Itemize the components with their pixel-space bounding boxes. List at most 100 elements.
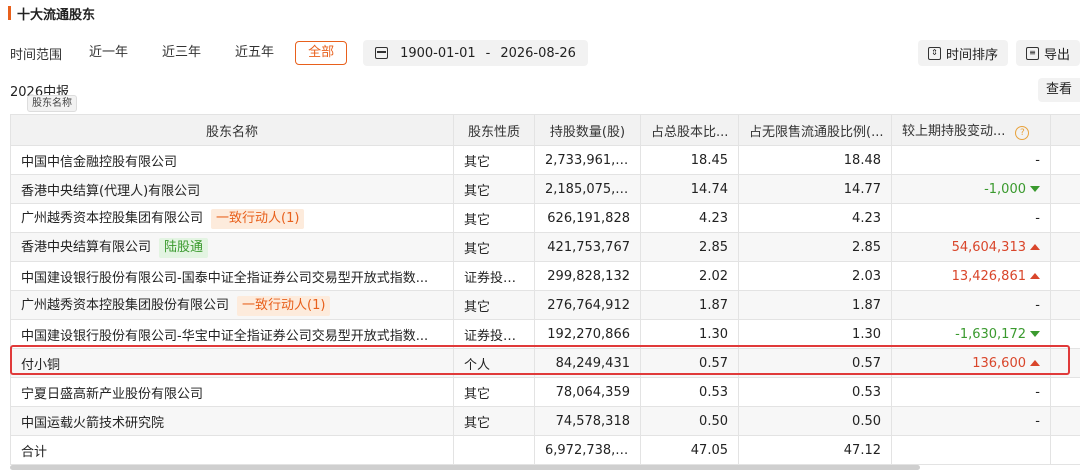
cell-shares: 78,064,359 [534,377,641,407]
cell-shareholder-type: 个人 [453,348,535,378]
col-header-shares[interactable]: 持股数量(股) [534,114,641,146]
cell-pct-total: 1.87 [640,290,739,320]
col-header-change-label: 较上期持股变动... [902,124,1006,139]
col-header-name[interactable]: 股东名称 [10,114,454,146]
cell-overflow [1050,232,1080,262]
cell-overflow [1050,174,1080,204]
table-row[interactable]: 广州越秀资本控股集团有限公司 一致行动人(1) 其它 626,191,828 4.23 4… [10,203,1080,233]
table-row[interactable]: 付小铜 个人 84,249,431 0.57 0.57 136,600 [10,348,1080,378]
cell-change: -1,630,172 [891,319,1051,349]
date-range-picker[interactable]: 1900-01-01 - 2026-08-26 [363,40,588,66]
help-icon[interactable]: ? [1015,126,1030,140]
title-accent-bar [8,6,11,20]
col-header-type[interactable]: 股东性质 [453,114,535,146]
cell-shares: 74,578,318 [534,406,641,436]
export-button[interactable]: ≡ 导出 [1015,40,1080,66]
shareholder-name[interactable]: 广州越秀资本控股集团股份有限公司 [21,298,229,313]
change-value: -1,630,172 [955,326,1026,342]
range-3y-button[interactable]: 近三年 [149,41,214,65]
cell-pct-float: 18.48 [738,145,892,175]
table-row[interactable]: 宁夏日盛高新产业股份有限公司 其它 78,064,359 0.53 0.53- [10,377,1080,407]
date-end: 2026-08-26 [500,45,576,61]
cell-pct-float: 2.85 [738,232,892,262]
cell-change: - [891,145,1051,175]
column-tooltip: 股东名称 [27,95,77,112]
change-value: 136,600 [972,355,1026,371]
cell-shares: 299,828,132 [534,261,641,291]
cell-pct-float: 0.57 [738,348,892,378]
down-arrow-icon [1030,185,1040,192]
cell-shareholder-name: 香港中央结算有限公司 陆股通 [10,232,454,262]
table-row[interactable]: 中国中信金融控股有限公司 其它 2,733,961,712 18.45 18.48 - [10,145,1080,175]
time-range-label: 时间范围 [10,47,63,63]
export-label: 导出 [1043,47,1070,63]
shareholder-name[interactable]: 香港中央结算有限公司 [21,240,151,255]
cell-pct-total: 0.57 [640,348,739,378]
range-1y-button[interactable]: 近一年 [76,41,141,65]
cell-change: - [891,406,1051,436]
range-5y-button[interactable]: 近五年 [222,41,287,65]
change-value: - [1035,413,1040,429]
cell-shares: 84,249,431 [534,348,641,378]
time-range-filter: 时间范围 近一年 近三年 近五年 全部 1900-01-01 - 2026-08… [10,40,588,66]
col-header-change[interactable]: 较上期持股变动...? [891,114,1051,146]
col-header-pct-float[interactable]: 占无限售流通股比例(... [738,114,892,146]
cell-shareholder-type: 其它 [453,290,535,320]
cell-pct-total: 14.74 [640,174,739,204]
cell-overflow [1050,290,1080,320]
table-row[interactable]: 香港中央结算有限公司 陆股通 其它 421,753,767 2.85 2.85 54,604… [10,232,1080,262]
col-header-pct-total[interactable]: 占总股本比... [640,114,739,146]
shareholder-name[interactable]: 中国中信金融控股有限公司 [21,155,177,170]
cell-shareholder-name: 中国中信金融控股有限公司 [10,145,454,175]
shareholder-name[interactable]: 宁夏日盛高新产业股份有限公司 [21,387,203,402]
cell-overflow [1050,406,1080,436]
cell-shares: 2,733,961,712 [534,145,641,175]
cell-pct-total: 1.30 [640,319,739,349]
shareholder-name[interactable]: 香港中央结算(代理人)有限公司 [21,184,200,199]
cell-pct-float: 1.87 [738,290,892,320]
cell-shareholder-name: 中国建设银行股份有限公司-国泰中证全指证券公司交易型开放式指数... [10,261,454,291]
cell-shareholder-name: 中国运载火箭技术研究院 [10,406,454,436]
table-row[interactable]: 香港中央结算(代理人)有限公司 其它 2,185,075,514 14.74 14.77… [10,174,1080,204]
change-value: 54,604,313 [951,239,1026,255]
cell-pct-total: 2.85 [640,232,739,262]
cell-change: - [891,290,1051,320]
sort-by-time-label: 时间排序 [945,47,998,63]
cell-overflow [1050,377,1080,407]
cell-shareholder-name: 宁夏日盛高新产业股份有限公司 [10,377,454,407]
cell-shareholder-type: 其它 [453,406,535,436]
horizontal-scrollbar[interactable] [10,465,920,470]
up-arrow-icon [1030,359,1040,366]
cell-pct-float: 2.03 [738,261,892,291]
cell-shareholder-type: 其它 [453,145,535,175]
cell-shares: 276,764,912 [534,290,641,320]
col-header-overflow [1050,114,1080,146]
cell-shareholder-type: 其它 [453,203,535,233]
shareholder-name[interactable]: 中国建设银行股份有限公司-华宝中证全指证券公司交易型开放式指数... [21,329,428,344]
toolbar-right: ⇕ 时间排序 ≡ 导出 [910,40,1080,66]
shareholder-name[interactable]: 付小铜 [21,358,60,373]
section-title: 十大流通股东 [17,7,96,23]
shareholder-name[interactable]: 中国建设银行股份有限公司-国泰中证全指证券公司交易型开放式指数... [21,271,428,286]
table-row[interactable]: 广州越秀资本控股集团股份有限公司 一致行动人(1) 其它 276,764,912 1.8… [10,290,1080,320]
sort-by-time-button[interactable]: ⇕ 时间排序 [917,40,1008,66]
cell-overflow [1050,261,1080,291]
cell-change: -1,000 [891,174,1051,204]
table-row[interactable]: 中国运载火箭技术研究院 其它 74,578,318 0.50 0.50- [10,406,1080,436]
cell-change: - [891,203,1051,233]
table-row[interactable]: 中国建设银行股份有限公司-华宝中证全指证券公司交易型开放式指数... 证券投资..… [10,319,1080,349]
cell-pct-total: 4.23 [640,203,739,233]
range-all-button[interactable]: 全部 [295,41,348,65]
shareholder-name[interactable]: 中国运载火箭技术研究院 [21,416,164,431]
cell-shareholder-type: 证券投资... [453,319,535,349]
change-value: - [1035,297,1040,313]
view-button[interactable]: 查看 [1037,78,1080,102]
cell-change: 54,604,313 [891,232,1051,262]
total-change [891,435,1051,465]
cell-overflow [1050,435,1080,465]
shareholder-name[interactable]: 广州越秀资本控股集团有限公司 [21,211,203,226]
cell-change: 13,426,861 [891,261,1051,291]
cell-shareholder-name: 中国建设银行股份有限公司-华宝中证全指证券公司交易型开放式指数... [10,319,454,349]
cell-shareholder-name: 香港中央结算(代理人)有限公司 [10,174,454,204]
table-row[interactable]: 中国建设银行股份有限公司-国泰中证全指证券公司交易型开放式指数... 证券投资..… [10,261,1080,291]
